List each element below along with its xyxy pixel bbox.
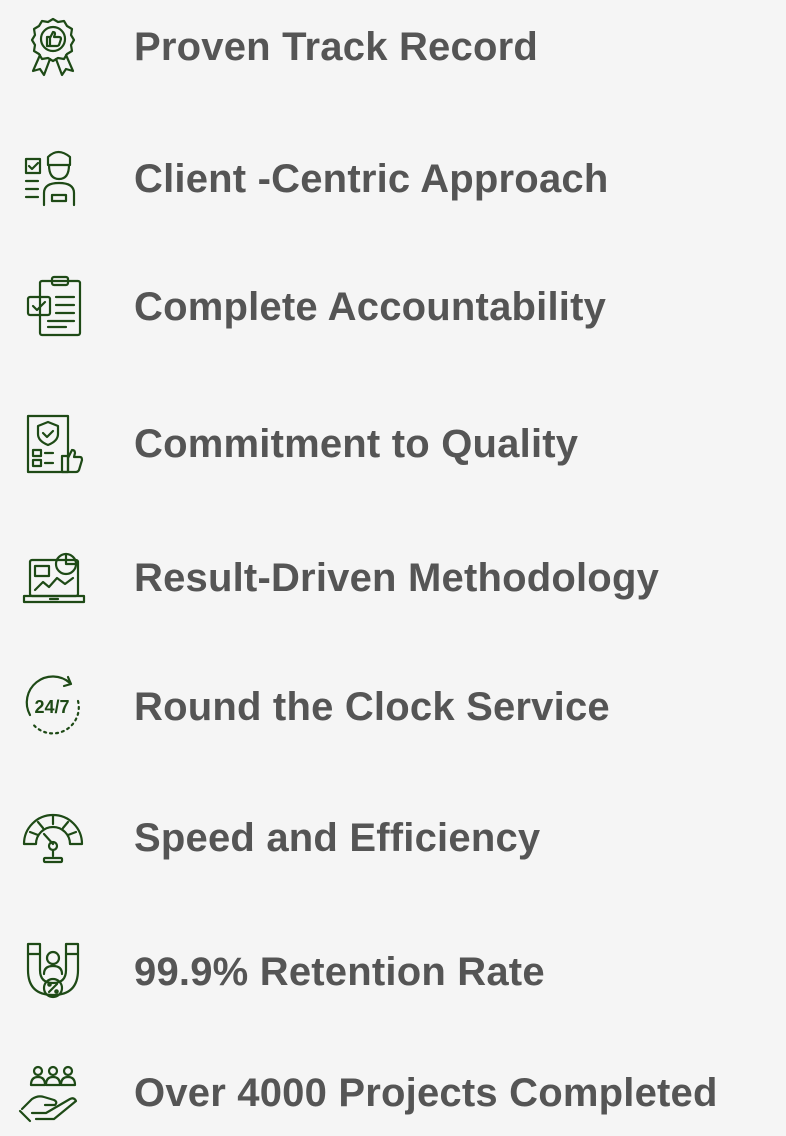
quality-shield-thumbs-up-icon: [18, 412, 88, 476]
feature-label: Proven Track Record: [134, 25, 538, 69]
magnet-retention-icon: [18, 940, 88, 1004]
feature-item-round-the-clock: 24/7 Round the Clock Service: [0, 662, 786, 752]
feature-label: Round the Clock Service: [134, 685, 610, 729]
speedometer-icon: [18, 806, 88, 870]
hand-team-icon: [18, 1061, 88, 1125]
award-thumbs-up-icon: [18, 15, 88, 79]
feature-label: Commitment to Quality: [134, 422, 579, 466]
feature-item-retention-rate: 99.9% Retention Rate: [0, 927, 786, 1017]
feature-item-speed-efficiency: Speed and Efficiency: [0, 793, 786, 883]
feature-item-proven-track-record: Proven Track Record: [0, 2, 786, 92]
clock-24-7-icon: 24/7: [18, 675, 88, 739]
svg-text:24/7: 24/7: [34, 697, 69, 717]
feature-item-commitment-to-quality: Commitment to Quality: [0, 399, 786, 489]
feature-label: Result-Driven Methodology: [134, 556, 660, 600]
feature-item-complete-accountability: Complete Accountability: [0, 262, 786, 352]
feature-label: 99.9% Retention Rate: [134, 950, 545, 994]
clipboard-check-icon: [18, 275, 88, 339]
feature-list: Proven Track Record Client -Centric Appr…: [0, 0, 786, 1136]
feature-label: Over 4000 Projects Completed: [134, 1071, 718, 1115]
feature-item-client-centric: Client -Centric Approach: [0, 134, 786, 224]
laptop-analytics-icon: [18, 546, 88, 610]
feature-label: Client -Centric Approach: [134, 157, 609, 201]
feature-item-projects-completed: Over 4000 Projects Completed: [0, 1048, 786, 1136]
feature-label: Speed and Efficiency: [134, 816, 541, 860]
client-checklist-icon: [18, 147, 88, 211]
feature-item-result-driven: Result-Driven Methodology: [0, 533, 786, 623]
feature-label: Complete Accountability: [134, 285, 607, 329]
